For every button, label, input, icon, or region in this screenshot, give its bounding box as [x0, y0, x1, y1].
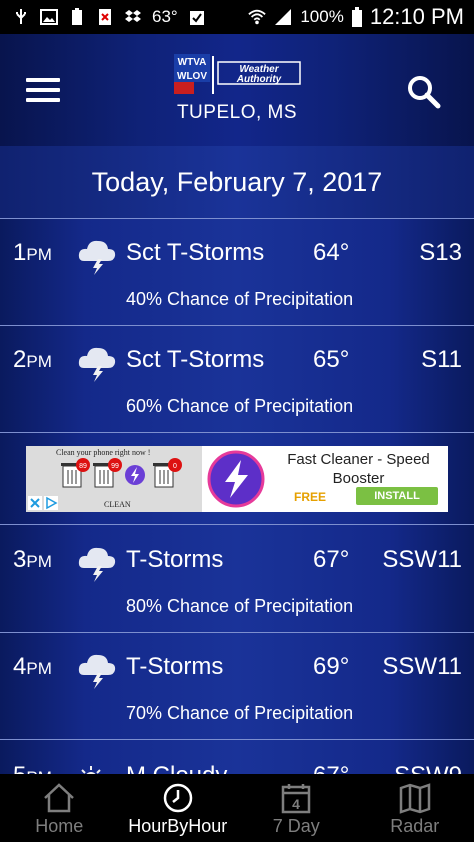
nav-hourbyhour[interactable]: HourByHour	[119, 774, 238, 842]
usb-icon	[16, 9, 26, 24]
install-button[interactable]: INSTALL	[356, 487, 438, 505]
hour-row-partial[interactable]: 5PM M Cloudy 67° SSW9	[0, 740, 474, 774]
wind: S13	[419, 239, 462, 266]
calendar-icon: 4	[282, 784, 311, 814]
status-temperature: 63°	[152, 7, 178, 26]
condition: T-Storms	[126, 546, 224, 573]
nav-home-label: Home	[35, 816, 84, 836]
search-icon[interactable]	[404, 72, 444, 112]
nav-radar[interactable]: Radar	[356, 774, 474, 842]
temperature: 67°	[313, 546, 350, 573]
condition: M Cloudy	[126, 762, 227, 774]
count-badge: 99	[108, 458, 122, 472]
svg-text:4: 4	[292, 796, 300, 812]
temperature: 67°	[313, 762, 349, 774]
svg-text:99: 99	[111, 463, 119, 470]
nav-7day-label: 7 Day	[272, 816, 320, 836]
thunderstorm-cloud-icon	[78, 547, 116, 582]
hour-time: 5PM	[13, 762, 52, 774]
svg-text:Authority: Authority	[236, 74, 282, 85]
condition: Sct T-Storms	[126, 239, 265, 266]
ad-tagline: Clean your phone right now !	[56, 448, 151, 457]
partly-sunny-icon	[81, 766, 101, 774]
wind: SSW11	[382, 653, 462, 680]
wind: SSW11	[382, 546, 462, 573]
wifi-icon	[248, 9, 267, 25]
hour-time: 1PM	[13, 239, 52, 266]
nav-hourbyhour-label: HourByHour	[128, 816, 228, 836]
nav-radar-label: Radar	[390, 816, 440, 836]
temperature: 64°	[313, 239, 350, 266]
precipitation-chance: 60% Chance of Precipitation	[126, 396, 354, 416]
count-badge: 89	[76, 458, 90, 472]
dropbox-icon	[125, 10, 141, 22]
date-heading: Today, February 7, 2017	[0, 146, 474, 218]
hour-time: 2PM	[13, 346, 52, 373]
svg-text:WTVA: WTVA	[178, 57, 207, 68]
hour-time: 4PM	[13, 653, 52, 680]
thunderstorm-cloud-icon	[78, 240, 116, 275]
precipitation-chance: 80% Chance of Precipitation	[126, 596, 354, 616]
nav-home[interactable]: Home	[0, 774, 119, 842]
battery-percent: 100%	[300, 7, 344, 26]
ad-banner[interactable]: Clean your phone right now ! 89 99 0 CLE…	[26, 446, 448, 512]
image-icon	[40, 9, 58, 25]
hour-row[interactable]: 4PM T-Storms 69° SSW11 70% Chance of Pre…	[0, 633, 474, 739]
location-label: TUPELO, MS	[176, 102, 298, 123]
svg-text:0: 0	[173, 463, 177, 470]
status-bar: 63° 100% 12:10 PM	[0, 0, 474, 34]
clock-time: 12:10 PM	[369, 4, 464, 29]
home-icon	[44, 783, 75, 813]
thunderstorm-cloud-icon	[78, 654, 116, 689]
wind: SSW9	[394, 762, 462, 774]
bottom-nav: Home HourByHour 4 7 Day Radar	[0, 774, 474, 842]
temperature: 65°	[313, 346, 350, 373]
battery-icon	[351, 7, 362, 27]
condition: Sct T-Storms	[126, 346, 265, 373]
ad-image[interactable]: Clean your phone right now ! 89 99 0 CLE…	[26, 446, 202, 512]
temperature: 69°	[313, 653, 350, 680]
battery-full-icon	[72, 8, 82, 25]
signal-icon	[275, 9, 292, 25]
precipitation-chance: 40% Chance of Precipitation	[126, 289, 354, 309]
hour-time: 3PM	[13, 546, 52, 573]
wind: S11	[421, 346, 462, 373]
hour-row[interactable]: 1PM Sct T-Storms 64° S13 40% Chance of P…	[0, 219, 474, 325]
ad-price: FREE	[294, 490, 327, 504]
hour-row[interactable]: 3PM T-Storms 67° SSW11 80% Chance of Pre…	[0, 526, 474, 632]
count-badge: 0	[168, 458, 182, 472]
svg-text:WLOV: WLOV	[177, 71, 207, 82]
ad-clean-label: CLEAN	[104, 500, 131, 509]
no-sim-icon	[99, 9, 111, 25]
ad-choices-icon[interactable]	[44, 496, 58, 510]
precipitation-chance: 70% Chance of Precipitation	[126, 703, 354, 723]
cleaner-app-icon	[125, 465, 145, 485]
ad-close-icon[interactable]	[28, 496, 42, 510]
nav-7day[interactable]: 4 7 Day	[237, 774, 356, 842]
fast-cleaner-app-icon	[205, 448, 267, 510]
svg-text:89: 89	[79, 463, 87, 470]
app-header: WTVA WLOV Weather Authority TUPELO, MS	[0, 34, 474, 146]
divider	[0, 432, 474, 433]
hour-row[interactable]: 2PM Sct T-Storms 65° S11 60% Chance of P…	[0, 326, 474, 432]
divider	[0, 524, 474, 525]
menu-button[interactable]	[26, 78, 62, 104]
station-logo: WTVA WLOV Weather Authority	[174, 54, 301, 94]
condition: T-Storms	[126, 653, 224, 680]
clipboard-check-icon	[189, 11, 204, 25]
map-icon	[399, 783, 430, 814]
clock-icon	[163, 783, 192, 813]
thunderstorm-cloud-icon	[78, 347, 116, 382]
ad-title: Fast Cleaner - Speed Booster	[287, 451, 430, 487]
